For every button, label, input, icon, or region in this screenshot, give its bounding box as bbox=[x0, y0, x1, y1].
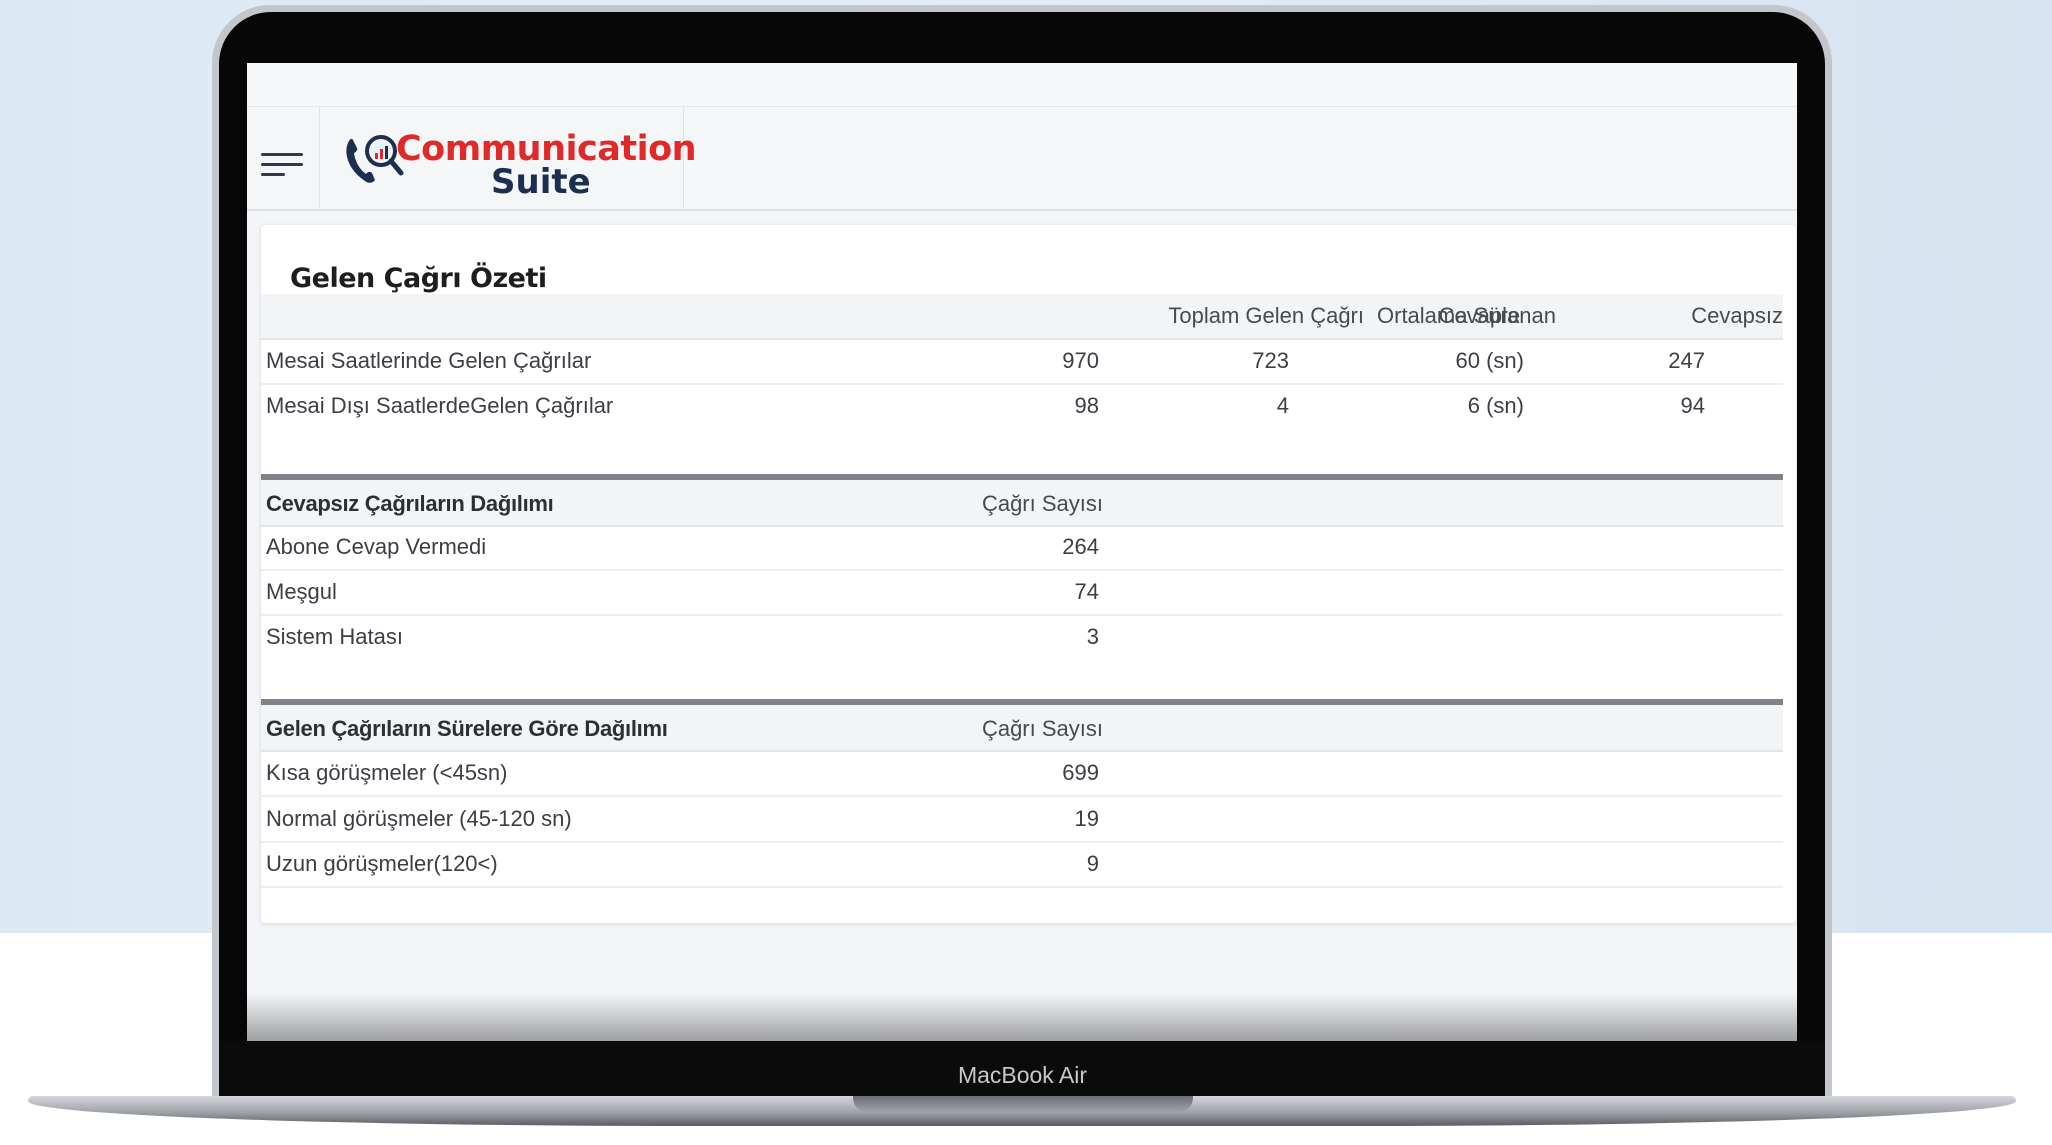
page-title: Gelen Çağrı Özeti bbox=[290, 263, 547, 294]
table-row: Mesai Dışı SaatlerdeGelen Çağrılar 98 4 … bbox=[261, 383, 1783, 428]
cell-count: 19 bbox=[1074, 806, 1099, 831]
row-label: Abone Cevap Vermedi bbox=[266, 534, 487, 559]
cell-count: 264 bbox=[1062, 534, 1099, 559]
column-header-missed: Cevapsız bbox=[1691, 303, 1783, 328]
screen-reflection bbox=[247, 993, 1797, 1041]
cell-avg-duration: 6 (sn) bbox=[1467, 393, 1524, 418]
cell-total: 98 bbox=[1074, 393, 1099, 418]
menu-icon-line bbox=[261, 153, 303, 156]
table-row: Sistem Hatası 3 bbox=[261, 614, 1783, 659]
cell-answered: 723 bbox=[1252, 348, 1289, 373]
menu-icon-line bbox=[261, 173, 285, 176]
row-label: Meşgul bbox=[266, 579, 337, 604]
column-header-avg-duration: Ortalama Süre bbox=[1377, 303, 1521, 328]
table-row: Normal görüşmeler (45-120 sn) 19 bbox=[261, 795, 1783, 843]
section-title: Gelen Çağrıların Sürelere Göre Dağılımı bbox=[266, 716, 668, 741]
column-header-total: Toplam Gelen Çağrı bbox=[1168, 303, 1364, 328]
row-label: Kısa görüşmeler (<45sn) bbox=[266, 760, 508, 785]
section-title: Cevapsız Çağrıların Dağılımı bbox=[266, 491, 554, 516]
table-row: Abone Cevap Vermedi 264 bbox=[261, 525, 1783, 571]
column-header-count: Çağrı Sayısı bbox=[981, 491, 1103, 516]
logo-text-secondary: Suite bbox=[491, 162, 591, 202]
row-label: Sistem Hatası bbox=[266, 624, 403, 649]
laptop-screen: Communication Suite Gelen Çağrı Özeti To… bbox=[247, 63, 1797, 1041]
row-label: Mesai Saatlerinde Gelen Çağrılar bbox=[266, 348, 592, 373]
duration-header-row: Gelen Çağrıların Sürelere Göre Dağılımı … bbox=[261, 705, 1783, 752]
cell-avg-duration: 60 (sn) bbox=[1455, 348, 1524, 373]
cell-count: 74 bbox=[1074, 579, 1099, 604]
cell-missed: 247 bbox=[1668, 348, 1705, 373]
row-label: Mesai Dışı SaatlerdeGelen Çağrılar bbox=[266, 393, 614, 418]
row-label: Uzun görüşmeler(120<) bbox=[266, 851, 498, 876]
cell-count: 9 bbox=[1086, 851, 1099, 876]
menu-icon-line bbox=[261, 163, 303, 166]
report-card: Gelen Çağrı Özeti Toplam Gelen Çağrı Cev… bbox=[261, 225, 1796, 923]
unanswered-header-row: Cevapsız Çağrıların Dağılımı Çağrı Sayıs… bbox=[261, 480, 1783, 527]
table-row: Meşgul 74 bbox=[261, 569, 1783, 616]
app-header: Communication Suite bbox=[247, 107, 1797, 211]
menu-toggle-button[interactable] bbox=[247, 107, 320, 209]
app-logo[interactable]: Communication Suite bbox=[319, 107, 697, 209]
table-row: Uzun görüşmeler(120<) 9 bbox=[261, 841, 1783, 888]
summary-header-row: Toplam Gelen Çağrı Cevaplanan Ortalama S… bbox=[261, 294, 1783, 340]
laptop-notch bbox=[853, 1096, 1193, 1112]
cell-total: 970 bbox=[1062, 348, 1099, 373]
column-header-count: Çağrı Sayısı bbox=[981, 716, 1103, 741]
device-label: MacBook Air bbox=[957, 1062, 1088, 1088]
cell-count: 699 bbox=[1062, 760, 1099, 785]
cell-count: 3 bbox=[1086, 624, 1099, 649]
table-row: Kısa görüşmeler (<45sn) 699 bbox=[261, 750, 1783, 797]
row-label: Normal görüşmeler (45-120 sn) bbox=[266, 806, 572, 831]
browser-top-strip bbox=[247, 63, 1797, 107]
table-row: Mesai Saatlerinde Gelen Çağrılar 970 723… bbox=[261, 338, 1783, 385]
cell-missed: 94 bbox=[1680, 393, 1705, 418]
cell-answered: 4 bbox=[1276, 393, 1289, 418]
